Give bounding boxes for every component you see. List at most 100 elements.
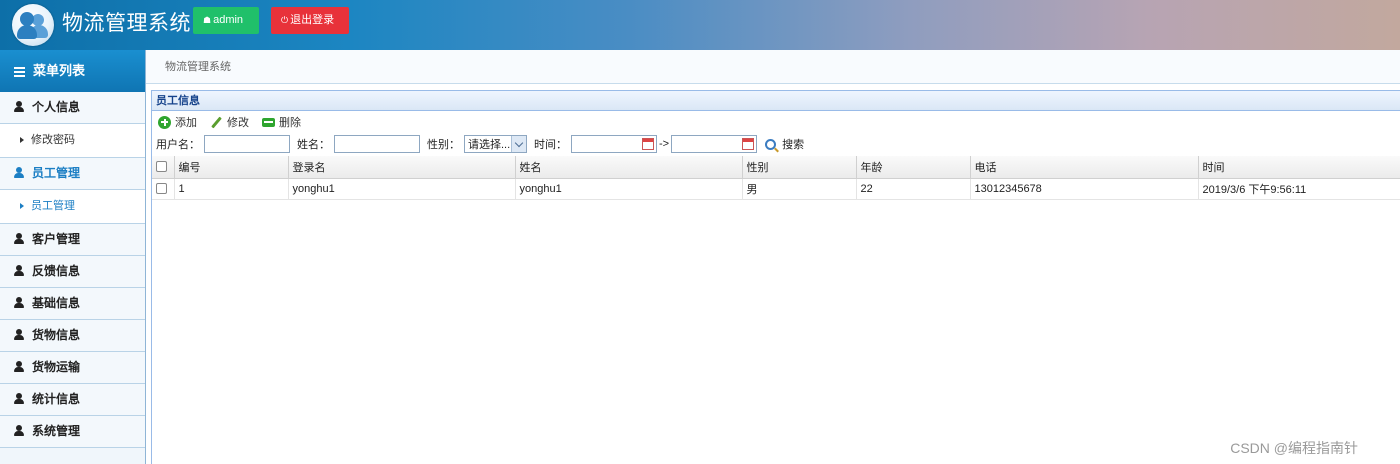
sidebar-item-staff-management[interactable]: 员工管理 (0, 158, 145, 190)
username-label: 用户名： (156, 139, 200, 151)
search-icon (765, 138, 777, 150)
pencil-icon (210, 116, 223, 129)
logout-label: 退出登录 (290, 14, 335, 26)
column-header-age[interactable]: 年龄 (856, 156, 971, 179)
search-bar: 用户名： 姓名： 性别： 请选择... 时间： -> 搜索 (152, 133, 1400, 155)
home-icon: ☗ (203, 15, 212, 25)
remove-icon (262, 117, 275, 127)
start-date-input[interactable] (571, 135, 657, 153)
power-icon: ⏻ (281, 15, 289, 25)
username-input[interactable] (204, 135, 290, 153)
sidebar-item-goods-transport[interactable]: 货物运输 (0, 352, 145, 384)
toolbar: 添加 修改 删除 (152, 111, 1400, 133)
sidebar-item-label: 货物信息 (32, 328, 81, 342)
gender-select[interactable]: 请选择... (464, 135, 527, 153)
main-content: 物流管理系统 员工信息 添加 修改 删除 用户名： 姓名： 性别： 请选择...… (146, 50, 1400, 464)
sidebar-item-label: 统计信息 (32, 392, 81, 406)
user-icon (14, 265, 24, 276)
sidebar-item-goods-info[interactable]: 货物信息 (0, 320, 145, 352)
chevron-down-icon[interactable] (511, 136, 526, 152)
list-icon (14, 65, 25, 79)
column-header-login[interactable]: 登录名 (288, 156, 516, 179)
edit-label: 修改 (227, 117, 249, 129)
user-icon (14, 101, 24, 112)
column-header-name[interactable]: 姓名 (515, 156, 743, 179)
sidebar-item-personal-info[interactable]: 个人信息 (0, 92, 145, 124)
calendar-icon[interactable] (642, 138, 654, 150)
sidebar: 菜单列表 个人信息 修改密码 员工管理 员工管理 客户管理 反馈信息 基础信息 … (0, 50, 146, 464)
sidebar-item-statistics[interactable]: 统计信息 (0, 384, 145, 416)
column-header-gender[interactable]: 性别 (742, 156, 857, 179)
sidebar-item-label: 系统管理 (32, 424, 81, 438)
sidebar-item-system-management[interactable]: 系统管理 (0, 416, 145, 448)
sidebar-item-label: 个人信息 (32, 100, 81, 114)
row-checkbox[interactable] (156, 183, 167, 195)
top-header: 物流管理系统 ☗ admin ⏻ 退出登录 (0, 0, 1400, 50)
delete-button[interactable]: 删除 (262, 114, 301, 130)
cell-id: 1 (174, 178, 289, 200)
column-header-time[interactable]: 时间 (1198, 156, 1400, 179)
user-icon (14, 393, 24, 404)
edit-button[interactable]: 修改 (210, 114, 249, 130)
cell-name: yonghu1 (515, 178, 743, 200)
name-label: 姓名： (297, 139, 330, 151)
cell-age: 22 (856, 178, 971, 200)
add-button[interactable]: 添加 (158, 114, 197, 130)
name-input[interactable] (334, 135, 420, 153)
user-icon (14, 167, 24, 178)
cell-time: 2019/3/6 下午9:56:11 (1198, 178, 1400, 200)
users-logo-icon (12, 4, 54, 46)
end-date-input[interactable] (671, 135, 758, 153)
column-header-phone[interactable]: 电话 (970, 156, 1199, 179)
staff-panel: 员工信息 添加 修改 删除 用户名： 姓名： 性别： 请选择... 时间： ->… (151, 90, 1400, 464)
app-title: 物流管理系统 (62, 12, 191, 35)
sidebar-header: 菜单列表 (0, 50, 145, 92)
sidebar-item-label: 基础信息 (32, 296, 81, 310)
sidebar-item-feedback[interactable]: 反馈信息 (0, 256, 145, 288)
cell-phone: 13012345678 (970, 178, 1199, 200)
gender-selected-value: 请选择... (468, 139, 511, 151)
sidebar-item-label: 货物运输 (32, 360, 81, 374)
search-label: 搜索 (782, 139, 805, 151)
admin-button[interactable]: ☗ admin (193, 7, 259, 34)
cell-gender: 男 (742, 178, 857, 200)
caret-right-icon (20, 203, 24, 210)
user-icon (14, 233, 24, 244)
caret-right-icon (20, 137, 24, 144)
sidebar-item-label: 员工管理 (32, 166, 81, 180)
sidebar-item-label: 客户管理 (32, 232, 81, 246)
sidebar-item-customer-management[interactable]: 客户管理 (0, 224, 145, 256)
cell-login: yonghu1 (288, 178, 516, 200)
sidebar-item-label: 修改密码 (31, 134, 75, 146)
user-icon (14, 361, 24, 372)
sidebar-item-basic-info[interactable]: 基础信息 (0, 288, 145, 320)
gender-label: 性别： (427, 139, 460, 151)
sidebar-title: 菜单列表 (33, 63, 86, 78)
add-icon (158, 115, 171, 129)
add-label: 添加 (175, 117, 197, 129)
user-icon (14, 425, 24, 436)
sidebar-subitem-staff-management[interactable]: 员工管理 (0, 190, 145, 224)
row-select-cell (152, 178, 175, 200)
breadcrumb: 物流管理系统 (146, 50, 1400, 84)
select-all-checkbox[interactable] (156, 161, 167, 173)
table-row[interactable]: 1 yonghu1 yonghu1 男 22 13012345678 2019/… (152, 178, 1400, 200)
user-icon (14, 329, 24, 340)
table-header-row: 编号 登录名 姓名 性别 年龄 电话 时间 (152, 156, 1400, 179)
user-icon (14, 297, 24, 308)
panel-title: 员工信息 (152, 91, 1400, 111)
search-button[interactable]: 搜索 (765, 136, 804, 152)
select-all-cell (152, 156, 175, 179)
logout-button[interactable]: ⏻ 退出登录 (271, 7, 349, 34)
range-separator: -> (659, 138, 670, 150)
calendar-icon[interactable] (742, 138, 755, 150)
sidebar-item-label: 反馈信息 (32, 264, 81, 278)
column-header-id[interactable]: 编号 (174, 156, 289, 179)
delete-label: 删除 (279, 117, 301, 129)
sidebar-item-label: 员工管理 (31, 200, 75, 212)
time-label: 时间： (534, 139, 567, 151)
staff-table: 编号 登录名 姓名 性别 年龄 电话 时间 1 yonghu1 yonghu1 … (152, 156, 1400, 200)
sidebar-subitem-change-password[interactable]: 修改密码 (0, 124, 145, 158)
admin-label: admin (213, 14, 244, 26)
watermark: CSDN @编程指南针 (1230, 440, 1358, 456)
